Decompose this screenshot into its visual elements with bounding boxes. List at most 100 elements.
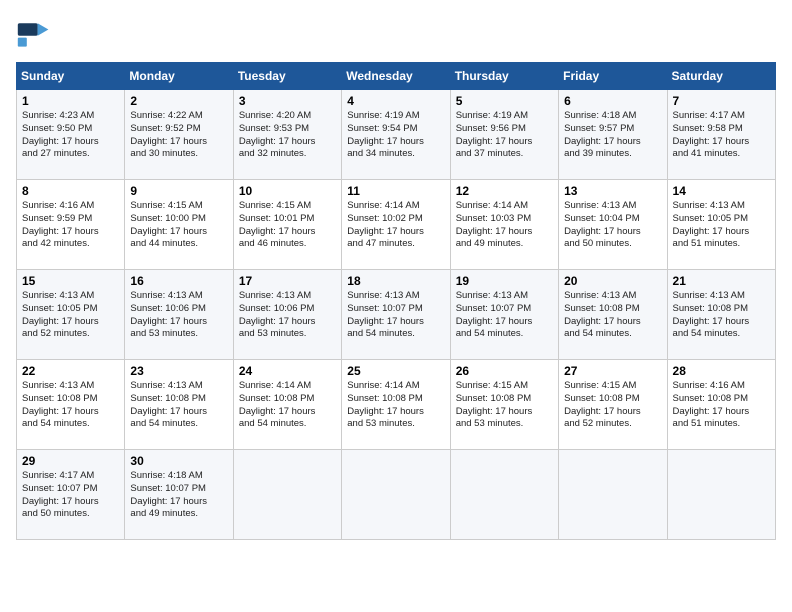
- day-number: 2: [130, 94, 227, 108]
- day-number: 25: [347, 364, 444, 378]
- day-info: Sunrise: 4:23 AM Sunset: 9:50 PM Dayligh…: [22, 110, 119, 161]
- column-header-wednesday: Wednesday: [342, 63, 450, 90]
- day-number: 12: [456, 184, 553, 198]
- day-number: 5: [456, 94, 553, 108]
- calendar-week-2: 8 Sunrise: 4:16 AM Sunset: 9:59 PM Daylig…: [17, 180, 776, 270]
- calendar-cell: 28Sunrise: 4:16 AM Sunset: 10:08 PM Dayl…: [667, 360, 775, 450]
- column-header-saturday: Saturday: [667, 63, 775, 90]
- calendar-cell: 23Sunrise: 4:13 AM Sunset: 10:08 PM Dayl…: [125, 360, 233, 450]
- day-number: 28: [673, 364, 770, 378]
- calendar-cell: 3Sunrise: 4:20 AM Sunset: 9:53 PM Daylig…: [233, 90, 341, 180]
- day-info: Sunrise: 4:18 AM Sunset: 9:57 PM Dayligh…: [564, 110, 661, 161]
- calendar-cell: [450, 450, 558, 540]
- day-info: Sunrise: 4:13 AM Sunset: 10:05 PM Daylig…: [673, 200, 770, 251]
- day-info: Sunrise: 4:19 AM Sunset: 9:56 PM Dayligh…: [456, 110, 553, 161]
- calendar-cell: 11 Sunrise: 4:14 AM Sunset: 10:02 PM Dayl…: [342, 180, 450, 270]
- calendar-week-3: 15 Sunrise: 4:13 AM Sunset: 10:05 PM Dayl…: [17, 270, 776, 360]
- day-number: 9: [130, 184, 227, 198]
- day-number: 21: [673, 274, 770, 288]
- day-number: 30: [130, 454, 227, 468]
- day-info: Sunrise: 4:20 AM Sunset: 9:53 PM Dayligh…: [239, 110, 336, 161]
- day-info: Sunrise: 4:13 AM Sunset: 10:07 PM Daylig…: [347, 290, 444, 341]
- calendar-cell: 13 Sunrise: 4:13 AM Sunset: 10:04 PM Dayl…: [559, 180, 667, 270]
- day-number: 8: [22, 184, 119, 198]
- calendar-cell: 16Sunrise: 4:13 AM Sunset: 10:06 PM Dayl…: [125, 270, 233, 360]
- calendar-cell: 21 Sunrise: 4:13 AM Sunset: 10:08 PM Dayl…: [667, 270, 775, 360]
- calendar-cell: 12 Sunrise: 4:14 AM Sunset: 10:03 PM Dayl…: [450, 180, 558, 270]
- day-info: Sunrise: 4:19 AM Sunset: 9:54 PM Dayligh…: [347, 110, 444, 161]
- day-number: 6: [564, 94, 661, 108]
- day-number: 20: [564, 274, 661, 288]
- calendar-cell: 25 Sunrise: 4:14 AM Sunset: 10:08 PM Dayl…: [342, 360, 450, 450]
- calendar-cell: 14Sunrise: 4:13 AM Sunset: 10:05 PM Dayl…: [667, 180, 775, 270]
- calendar-cell: 8 Sunrise: 4:16 AM Sunset: 9:59 PM Daylig…: [17, 180, 125, 270]
- day-info: Sunrise: 4:15 AM Sunset: 10:00 PM Daylig…: [130, 200, 227, 251]
- column-header-tuesday: Tuesday: [233, 63, 341, 90]
- calendar-week-4: 22Sunrise: 4:13 AM Sunset: 10:08 PM Dayl…: [17, 360, 776, 450]
- calendar-cell: 5 Sunrise: 4:19 AM Sunset: 9:56 PM Daylig…: [450, 90, 558, 180]
- day-number: 22: [22, 364, 119, 378]
- day-number: 27: [564, 364, 661, 378]
- day-number: 7: [673, 94, 770, 108]
- column-header-sunday: Sunday: [17, 63, 125, 90]
- day-info: Sunrise: 4:18 AM Sunset: 10:07 PM Daylig…: [130, 470, 227, 521]
- calendar-cell: [667, 450, 775, 540]
- calendar-cell: 20 Sunrise: 4:13 AM Sunset: 10:08 PM Dayl…: [559, 270, 667, 360]
- day-info: Sunrise: 4:16 AM Sunset: 9:59 PM Dayligh…: [22, 200, 119, 251]
- day-info: Sunrise: 4:22 AM Sunset: 9:52 PM Dayligh…: [130, 110, 227, 161]
- calendar-cell: 10 Sunrise: 4:15 AM Sunset: 10:01 PM Dayl…: [233, 180, 341, 270]
- day-number: 11: [347, 184, 444, 198]
- calendar-cell: 4 Sunrise: 4:19 AM Sunset: 9:54 PM Daylig…: [342, 90, 450, 180]
- calendar-cell: 6 Sunrise: 4:18 AM Sunset: 9:57 PM Daylig…: [559, 90, 667, 180]
- calendar-week-5: 29Sunrise: 4:17 AM Sunset: 10:07 PM Dayl…: [17, 450, 776, 540]
- day-number: 10: [239, 184, 336, 198]
- logo-icon: [16, 16, 52, 52]
- calendar-cell: [233, 450, 341, 540]
- day-number: 13: [564, 184, 661, 198]
- day-number: 29: [22, 454, 119, 468]
- column-header-thursday: Thursday: [450, 63, 558, 90]
- calendar-cell: 26 Sunrise: 4:15 AM Sunset: 10:08 PM Dayl…: [450, 360, 558, 450]
- day-info: Sunrise: 4:13 AM Sunset: 10:08 PM Daylig…: [673, 290, 770, 341]
- calendar-cell: [342, 450, 450, 540]
- day-info: Sunrise: 4:14 AM Sunset: 10:03 PM Daylig…: [456, 200, 553, 251]
- day-info: Sunrise: 4:15 AM Sunset: 10:08 PM Daylig…: [564, 380, 661, 431]
- calendar-cell: 30 Sunrise: 4:18 AM Sunset: 10:07 PM Dayl…: [125, 450, 233, 540]
- day-info: Sunrise: 4:14 AM Sunset: 10:02 PM Daylig…: [347, 200, 444, 251]
- calendar-cell: 2 Sunrise: 4:22 AM Sunset: 9:52 PM Daylig…: [125, 90, 233, 180]
- calendar-cell: 18 Sunrise: 4:13 AM Sunset: 10:07 PM Dayl…: [342, 270, 450, 360]
- day-number: 1: [22, 94, 119, 108]
- calendar-cell: 29Sunrise: 4:17 AM Sunset: 10:07 PM Dayl…: [17, 450, 125, 540]
- day-info: Sunrise: 4:13 AM Sunset: 10:04 PM Daylig…: [564, 200, 661, 251]
- day-number: 17: [239, 274, 336, 288]
- day-number: 23: [130, 364, 227, 378]
- calendar-cell: 19Sunrise: 4:13 AM Sunset: 10:07 PM Dayl…: [450, 270, 558, 360]
- day-info: Sunrise: 4:15 AM Sunset: 10:01 PM Daylig…: [239, 200, 336, 251]
- day-number: 18: [347, 274, 444, 288]
- calendar-cell: [559, 450, 667, 540]
- day-number: 16: [130, 274, 227, 288]
- day-info: Sunrise: 4:15 AM Sunset: 10:08 PM Daylig…: [456, 380, 553, 431]
- day-info: Sunrise: 4:14 AM Sunset: 10:08 PM Daylig…: [347, 380, 444, 431]
- day-info: Sunrise: 4:13 AM Sunset: 10:08 PM Daylig…: [564, 290, 661, 341]
- calendar-cell: 7 Sunrise: 4:17 AM Sunset: 9:58 PM Daylig…: [667, 90, 775, 180]
- calendar-cell: 17 Sunrise: 4:13 AM Sunset: 10:06 PM Dayl…: [233, 270, 341, 360]
- day-info: Sunrise: 4:13 AM Sunset: 10:06 PM Daylig…: [239, 290, 336, 341]
- calendar-cell: 15 Sunrise: 4:13 AM Sunset: 10:05 PM Dayl…: [17, 270, 125, 360]
- day-number: 26: [456, 364, 553, 378]
- calendar-cell: 27 Sunrise: 4:15 AM Sunset: 10:08 PM Dayl…: [559, 360, 667, 450]
- logo: [16, 16, 56, 52]
- header: [16, 16, 776, 52]
- day-info: Sunrise: 4:14 AM Sunset: 10:08 PM Daylig…: [239, 380, 336, 431]
- calendar-table: SundayMondayTuesdayWednesdayThursdayFrid…: [16, 62, 776, 540]
- day-number: 15: [22, 274, 119, 288]
- calendar-cell: 9 Sunrise: 4:15 AM Sunset: 10:00 PM Dayli…: [125, 180, 233, 270]
- column-header-friday: Friday: [559, 63, 667, 90]
- day-info: Sunrise: 4:17 AM Sunset: 9:58 PM Dayligh…: [673, 110, 770, 161]
- calendar-week-1: 1 Sunrise: 4:23 AM Sunset: 9:50 PM Daylig…: [17, 90, 776, 180]
- day-number: 24: [239, 364, 336, 378]
- column-header-monday: Monday: [125, 63, 233, 90]
- day-number: 4: [347, 94, 444, 108]
- day-number: 19: [456, 274, 553, 288]
- day-info: Sunrise: 4:13 AM Sunset: 10:05 PM Daylig…: [22, 290, 119, 341]
